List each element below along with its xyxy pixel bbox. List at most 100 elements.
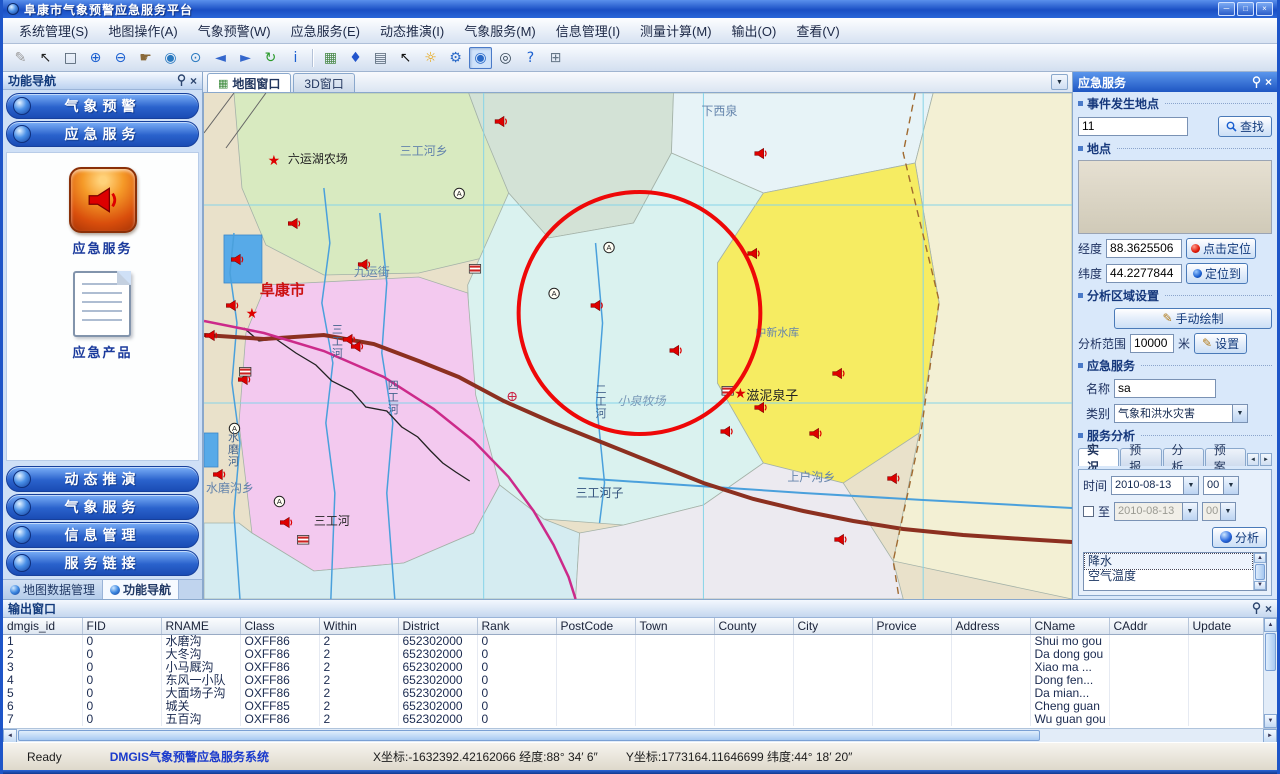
end-hour-combo[interactable]: 00 ▼ — [1202, 502, 1236, 521]
emergency-service-shortcut[interactable]: 应急服务 — [69, 167, 137, 257]
column-header[interactable]: Provice — [872, 618, 951, 634]
nav-button-top-2[interactable]: 应急服务 — [6, 121, 199, 147]
print-icon[interactable]: ▤ — [369, 47, 392, 69]
table-row[interactable]: 50大面场子沟OXFF8626523020000Da mian... — [3, 687, 1263, 700]
range-set-button[interactable]: ✎设置 — [1194, 333, 1247, 354]
nav-tab-1[interactable]: 地图数据管理 — [3, 580, 103, 599]
identify-icon[interactable]: i — [284, 47, 307, 69]
end-time-checkbox[interactable] — [1083, 506, 1094, 517]
column-header[interactable]: Town — [635, 618, 714, 634]
zoom-out-icon[interactable]: ⊖ — [109, 47, 132, 69]
column-header[interactable]: dmgis_id — [3, 618, 82, 634]
zoom-layer-icon[interactable]: ⊙ — [184, 47, 207, 69]
scroll-down-icon[interactable]: ▼ — [1264, 714, 1277, 728]
chevron-down-icon[interactable]: ▼ — [1232, 405, 1247, 422]
document-icon[interactable] — [73, 271, 131, 337]
menu-item-6[interactable]: 气象服务(M) — [454, 17, 546, 44]
menu-item-1[interactable]: 系统管理(S) — [9, 17, 98, 44]
menu-item-2[interactable]: 地图操作(A) — [98, 17, 187, 44]
minimize-button[interactable]: ─ — [1218, 2, 1235, 16]
menu-item-9[interactable]: 输出(O) — [722, 17, 787, 44]
poi-circle-marker[interactable] — [549, 288, 559, 298]
table-row[interactable]: 20大冬沟OXFF8626523020000Da dong gou — [3, 648, 1263, 661]
category-combo[interactable]: 气象和洪水灾害 ▼ — [1114, 404, 1248, 423]
column-header[interactable]: Address — [951, 618, 1030, 634]
column-header[interactable]: CName — [1030, 618, 1109, 634]
table-row[interactable]: 70五百沟OXFF8626523020000Wu guan gou — [3, 713, 1263, 726]
column-header[interactable]: CAddr — [1109, 618, 1188, 634]
scroll-track[interactable] — [17, 729, 1263, 742]
emergency-service-icon[interactable] — [69, 167, 137, 233]
menu-item-5[interactable]: 动态推演(I) — [370, 17, 454, 44]
column-header[interactable]: FID — [82, 618, 161, 634]
column-header[interactable]: Rank — [477, 618, 556, 634]
service-name-input[interactable] — [1114, 379, 1216, 398]
help-icon[interactable]: ? — [519, 47, 542, 69]
scroll-up-icon[interactable]: ▲ — [1254, 553, 1266, 563]
nav-button-top-1[interactable]: 气象预警 — [6, 93, 199, 119]
start-hour-combo[interactable]: 00 ▼ — [1203, 476, 1239, 495]
marquee-select-icon[interactable]: □ — [59, 47, 82, 69]
service-tab-1[interactable]: 实况 — [1078, 448, 1119, 466]
scroll-thumb[interactable] — [18, 730, 1040, 741]
gear-icon[interactable]: ⚙ — [444, 47, 467, 69]
column-header[interactable]: Class — [240, 618, 319, 634]
manual-draw-button[interactable]: ✎手动绘制 — [1114, 308, 1272, 329]
service-tab-3[interactable]: 分析 — [1163, 448, 1204, 466]
service-tab-2[interactable]: 预报 — [1120, 448, 1161, 466]
tab-scroll-right-icon[interactable]: ► — [1260, 453, 1272, 466]
menu-item-7[interactable]: 信息管理(I) — [546, 17, 630, 44]
pencil-tool-icon[interactable]: ✎ — [9, 47, 32, 69]
end-date-combo[interactable]: 2010-08-13 ▼ — [1114, 502, 1198, 521]
table-row[interactable]: 10水磨沟OXFF8626523020000Shui mo gou — [3, 634, 1263, 648]
flag-marker[interactable] — [469, 264, 480, 273]
chevron-down-icon[interactable]: ▼ — [1223, 477, 1238, 494]
full-extent-icon[interactable]: ◉ — [159, 47, 182, 69]
panel-close-icon[interactable]: × — [190, 75, 197, 87]
menu-item-8[interactable]: 测量计算(M) — [630, 17, 722, 44]
globe-tool-icon[interactable]: ◉ — [469, 47, 492, 69]
star-marker[interactable]: ★ — [246, 305, 259, 321]
title-bar[interactable]: 阜康市气象预警应急服务平台 ─ □ × — [3, 0, 1277, 18]
map-canvas[interactable]: A — [203, 93, 1072, 599]
table-row[interactable]: 60城关OXFF8526523020000Cheng guan — [3, 700, 1263, 713]
click-locate-button[interactable]: 点击定位 — [1186, 238, 1256, 259]
nav-button-bottom-3[interactable]: 信息管理 — [6, 522, 199, 548]
output-hscrollbar[interactable]: ◄ ► — [3, 728, 1277, 742]
scroll-up-icon[interactable]: ▲ — [1264, 618, 1277, 632]
scroll-track[interactable] — [1264, 632, 1277, 714]
nav-button-bottom-1[interactable]: 动态推演 — [6, 466, 199, 492]
place-listbox[interactable] — [1078, 160, 1272, 234]
start-date-combo[interactable]: 2010-08-13 ▼ — [1111, 476, 1199, 495]
column-header[interactable]: RNAME — [161, 618, 240, 634]
nav-button-bottom-2[interactable]: 气象服务 — [6, 494, 199, 520]
flag-marker[interactable] — [240, 367, 251, 376]
column-header[interactable]: County — [714, 618, 793, 634]
scroll-thumb[interactable] — [1255, 564, 1265, 580]
maximize-button[interactable]: □ — [1237, 2, 1254, 16]
prev-extent-icon[interactable]: ◄ — [209, 47, 232, 69]
latitude-input[interactable] — [1106, 264, 1182, 283]
poi-circle-marker[interactable] — [604, 242, 614, 252]
panel-close-icon[interactable]: × — [1265, 76, 1272, 88]
star-marker[interactable]: ★ — [268, 152, 281, 168]
table-row[interactable]: 30小马厩沟OXFF8626523020000Xiao ma ... — [3, 661, 1263, 674]
tab-scroll-left-icon[interactable]: ◄ — [1247, 453, 1259, 466]
locate-to-button[interactable]: 定位到 — [1186, 263, 1248, 284]
chevron-down-icon[interactable]: ▼ — [1220, 503, 1235, 520]
menu-item-3[interactable]: 气象预警(W) — [188, 17, 281, 44]
scroll-right-icon[interactable]: ► — [1263, 729, 1277, 743]
emergency-product-shortcut[interactable]: 应急产品 — [72, 271, 132, 361]
list-item[interactable]: 降水 — [1085, 554, 1252, 569]
zoom-in-icon[interactable]: ⊕ — [84, 47, 107, 69]
refresh-icon[interactable]: ↻ — [259, 47, 282, 69]
pan-hand-icon[interactable]: ☛ — [134, 47, 157, 69]
scroll-down-icon[interactable]: ▼ — [1254, 581, 1266, 591]
next-extent-icon[interactable]: ► — [234, 47, 257, 69]
nav-button-bottom-4[interactable]: 服务链接 — [6, 550, 199, 576]
scroll-thumb[interactable] — [1265, 633, 1276, 671]
pin-icon[interactable] — [1252, 602, 1261, 615]
map-tab-dropdown[interactable]: ▼ — [1051, 74, 1068, 90]
pin-icon[interactable] — [177, 74, 186, 87]
longitude-input[interactable] — [1106, 239, 1182, 258]
